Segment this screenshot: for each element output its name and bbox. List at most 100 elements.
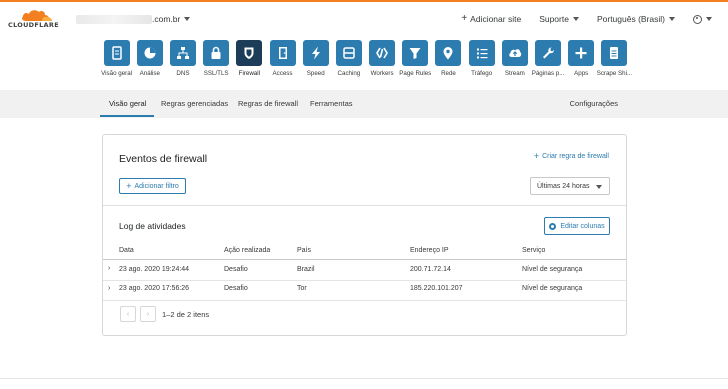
app-label: Stream: [504, 70, 525, 77]
table-header: Data Ação realizada País Endereço IP Ser…: [103, 247, 626, 259]
cell-action: Desafio: [224, 266, 248, 273]
cell-action: Desafio: [224, 285, 248, 292]
table-row[interactable]: › 23 ago. 2020 17:56:26 Desafio Tor 185.…: [103, 280, 626, 300]
app-p-ginas-p[interactable]: Páginas p...: [531, 40, 564, 77]
document-icon: [601, 40, 628, 66]
cell-service: Nível de segurança: [522, 266, 583, 273]
gear-icon: [549, 222, 557, 230]
location-pin-icon: [435, 40, 462, 66]
tab-tools[interactable]: Ferramentas: [310, 99, 353, 108]
plus-icon: +: [126, 180, 132, 191]
domain-selector[interactable]: .com.br: [76, 14, 191, 24]
app-label: Firewall: [238, 70, 260, 77]
app-label: Workers: [370, 70, 394, 77]
app-dns[interactable]: DNS: [166, 40, 199, 77]
footer-divider: [0, 378, 728, 379]
app-label: Visão geral: [101, 70, 133, 77]
tab-overview[interactable]: Visão geral: [109, 99, 146, 108]
add-filter-button[interactable]: + Adicionar filtro: [119, 178, 186, 194]
blurred-domain: [76, 14, 152, 24]
settings-link[interactable]: Configurações: [570, 99, 618, 108]
section-divider: [103, 205, 626, 206]
logo-wordmark: CLOUDFLARE: [8, 21, 59, 29]
app-label: Páginas p...: [531, 70, 565, 77]
lightning-icon: [302, 40, 329, 66]
header-nav: + Adicionar site Suporte Português (Bras…: [461, 14, 712, 24]
language-menu[interactable]: Português (Brasil): [597, 14, 675, 24]
app-apps[interactable]: Apps: [565, 40, 598, 77]
activity-log-title: Log de atividades: [119, 221, 186, 231]
pie-chart-icon: [136, 40, 163, 66]
app-caching[interactable]: Caching: [332, 40, 365, 77]
chevron-right-icon[interactable]: ›: [108, 285, 110, 292]
app-workers[interactable]: Workers: [366, 40, 399, 77]
column-header-service: Serviço: [522, 247, 546, 254]
card-title: Eventos de firewall: [119, 153, 208, 165]
create-firewall-rule-link[interactable]: + Criar regra de firewall: [533, 151, 609, 161]
app-firewall[interactable]: Firewall: [233, 40, 266, 77]
chevron-down-icon: [184, 17, 191, 21]
support-label: Suporte: [539, 14, 569, 24]
chevron-right-icon[interactable]: ›: [108, 265, 110, 272]
time-range-value: Últimas 24 horas: [537, 182, 590, 190]
app-access[interactable]: Access: [266, 40, 299, 77]
tab-managed-rules[interactable]: Regras gerenciadas: [161, 99, 228, 108]
active-tab-indicator: [100, 115, 154, 117]
wrench-icon: [535, 40, 562, 66]
column-header-date: Data: [119, 247, 134, 254]
app-label: Análise: [139, 70, 160, 77]
app-tr-fego[interactable]: Tráfego: [465, 40, 498, 77]
user-menu[interactable]: [693, 14, 712, 24]
filter-icon: [402, 40, 429, 66]
support-menu[interactable]: Suporte: [539, 14, 579, 24]
table-row[interactable]: › 23 ago. 2020 19:24:44 Desafio Brazil 2…: [103, 260, 626, 280]
network-icon: [169, 40, 196, 66]
pagination: ‹ › 1–2 de 2 itens: [120, 306, 209, 322]
user-icon: [693, 14, 702, 24]
create-rule-label: Criar regra de firewall: [542, 153, 609, 160]
app-label: Speed: [306, 70, 325, 77]
add-site-button[interactable]: + Adicionar site: [461, 14, 522, 25]
tab-firewall-rules[interactable]: Regras de firewall: [238, 99, 298, 108]
workers-icon: [369, 40, 396, 66]
app-label: Tráfego: [471, 70, 493, 77]
app-label: DNS: [176, 70, 190, 77]
add-filter-label: Adicionar filtro: [134, 182, 179, 190]
shield-icon: [236, 40, 263, 66]
app-stream[interactable]: Stream: [498, 40, 531, 77]
app-ssl-tls[interactable]: SSL/TLS: [200, 40, 233, 77]
app-an-lise[interactable]: Análise: [133, 40, 166, 77]
app-speed[interactable]: Speed: [299, 40, 332, 77]
app-icon-bar: Visão geral Análise DNS SSL/TLS Firewall Acce…: [100, 40, 632, 77]
app-label: Apps: [574, 70, 589, 77]
lock-icon: [203, 40, 230, 66]
edit-columns-label: Editar colunas: [560, 222, 605, 230]
row-divider: [103, 300, 626, 301]
app-page-rules[interactable]: Page Rules: [399, 40, 432, 77]
domain-suffix: .com.br: [152, 14, 181, 24]
app-label: Caching: [337, 70, 361, 77]
app-scrape-shi[interactable]: Scrape Shi...: [597, 40, 632, 77]
chevron-down-icon: [706, 17, 712, 21]
cell-service: Nível de segurança: [522, 285, 583, 292]
plus-icon: +: [533, 151, 540, 161]
app-rede[interactable]: Rede: [432, 40, 465, 77]
cloud-logo-icon: [22, 10, 52, 21]
door-icon: [269, 40, 296, 66]
app-label: Page Rules: [399, 70, 432, 77]
next-page-button[interactable]: ›: [140, 306, 156, 322]
add-site-label: Adicionar site: [470, 14, 522, 24]
cloudflare-logo[interactable]: CLOUDFLARE: [8, 8, 66, 30]
edit-columns-button[interactable]: Editar colunas: [544, 217, 610, 235]
sub-navigation: Visão geral Regras gerenciadas Regras de…: [0, 90, 728, 118]
cloud-upload-icon: [501, 40, 528, 66]
cell-country: Brazil: [297, 266, 315, 273]
chevron-down-icon: [572, 17, 579, 21]
previous-page-button[interactable]: ‹: [120, 306, 136, 322]
server-icon: [335, 40, 362, 66]
app-vis-o-geral[interactable]: Visão geral: [100, 40, 133, 77]
app-label: SSL/TLS: [203, 70, 229, 77]
app-label: Rede: [441, 70, 456, 77]
chevron-down-icon: [669, 17, 675, 21]
time-range-select[interactable]: Últimas 24 horas: [530, 177, 610, 195]
